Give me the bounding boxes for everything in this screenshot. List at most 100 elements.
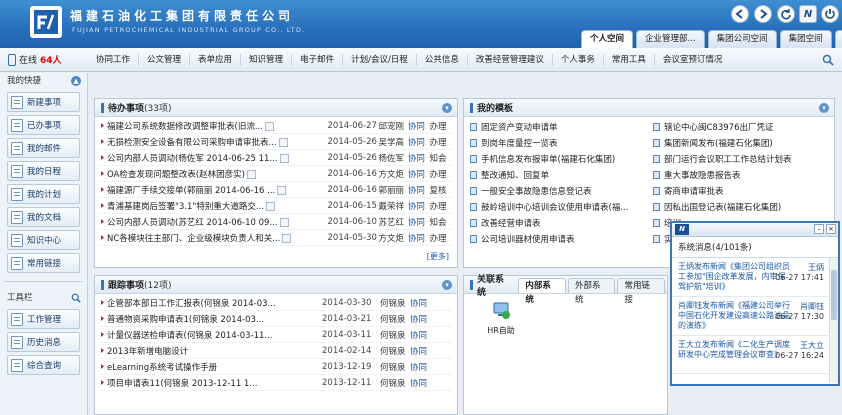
sidebar-item-calendar[interactable]: 我的日程	[7, 161, 80, 181]
menu-documents[interactable]: 公文管理	[138, 54, 189, 66]
followup-row-title[interactable]: eLearning系统考试操作手册	[107, 361, 322, 373]
todo-row[interactable]: 福建公司系统数据修改调整审批表(旧流... 2014-06-27 邱宠刚 协同 办理	[101, 118, 451, 134]
tab-common-links[interactable]: 常用链接	[617, 278, 665, 305]
template-item[interactable]: 因私出国登记表(福建石化集团)	[653, 199, 828, 215]
todo-row[interactable]: 福建源厂手续交接单(郭丽丽 2014-06-16 ... 2014-06-16 郭丽…	[101, 182, 451, 198]
template-item[interactable]: 重大事故隐患报告表	[653, 167, 828, 183]
tabs-more-button[interactable]: »	[834, 30, 842, 48]
todo-row[interactable]: 无损检测安全设备有限公司采购申请审批表... 2014-05-26 吴学高 协同 办理	[101, 134, 451, 150]
template-item[interactable]: 集团新闻发布(福建石化集团)	[653, 135, 828, 151]
followup-row-title[interactable]: 项目申请表11(何锦泉 2013-12-11 1...	[107, 377, 322, 389]
todo-row-title[interactable]: OA检查发现问题整改表(赵林团彦实)	[107, 168, 328, 180]
menu-public-info[interactable]: 公共信息	[415, 54, 467, 66]
oa-logo-icon[interactable]: N	[799, 5, 817, 23]
back-icon[interactable]	[731, 5, 749, 23]
exit-icon[interactable]	[821, 5, 839, 23]
hr-self-service-link[interactable]: HR自助	[486, 302, 516, 336]
template-item[interactable]: 到岗年度量控一览表	[470, 135, 645, 151]
todo-row[interactable]: 青浦基建岗后签署"3.1"特别重大道路交... 2014-06-15 戴荣祥 协同 办理	[101, 198, 451, 214]
todo-row-title[interactable]: 福建源厂手续交接单(郭丽丽 2014-06-16 ...	[107, 184, 328, 196]
template-item[interactable]: 公司培训器材使用申请表	[470, 231, 645, 247]
tab-internal-systems[interactable]: 内部系统	[518, 278, 566, 305]
followup-row-title[interactable]: 计量仪器送检申请表(何锦泉 2014-03-11...	[107, 329, 322, 341]
menu-plan-meeting[interactable]: 计划/会议/日程	[342, 54, 416, 66]
menu-tools[interactable]: 常用工具	[602, 54, 654, 66]
sidebar-item-mail[interactable]: 我的邮件	[7, 138, 80, 158]
todo-options-icon[interactable]: ▾	[442, 103, 452, 113]
todo-row-category[interactable]: 协同	[408, 200, 430, 212]
followup-row-category[interactable]: 协同	[410, 361, 432, 373]
todo-row[interactable]: 公司内部人员调动(杨佐军 2014-06-25 11... 2014-05-26 杨…	[101, 150, 451, 166]
template-item[interactable]: 固定资产变动申请单	[470, 119, 645, 135]
sidebar-item-plan[interactable]: 我的计划	[7, 184, 80, 204]
sidebar-item-knowledge[interactable]: 知识中心	[7, 230, 80, 250]
todo-row-title[interactable]: 公司内部人员调动(杨佐军 2014-06-25 11...	[107, 152, 328, 164]
followup-row[interactable]: 普通物资采购申请表1(何锦泉 2014-03... 2014-03-21 何锦泉 协同	[101, 311, 451, 327]
followup-row-title[interactable]: 企管部本部日工作汇报表(何锦泉 2014-03...	[107, 297, 322, 309]
todo-row-title[interactable]: NC各模块往主部门、企业级模块负责人和关...	[107, 232, 328, 244]
followup-row[interactable]: 计量仪器送检申请表(何锦泉 2014-03-11... 2014-03-11 何锦泉…	[101, 327, 451, 343]
popup-message[interactable]: 肖卿钰发布新闻《福建公司举行中国石化开发建设高速公路油品的演练》 肖卿钰 06-27…	[672, 297, 828, 336]
template-item[interactable]: 改善经营申请表	[470, 215, 645, 231]
followup-options-icon[interactable]: ▾	[442, 280, 452, 290]
sidebar-item-work-mgmt[interactable]: 工作管理	[7, 309, 80, 329]
tab-group-company-space[interactable]: 集团公司空间	[707, 30, 777, 48]
followup-row[interactable]: eLearning系统考试操作手册 2013-12-19 何锦泉 协同	[101, 359, 451, 375]
tab-enterprise-dept[interactable]: 企业管理部...	[636, 30, 705, 48]
menu-personal[interactable]: 个人事务	[551, 54, 603, 66]
refresh-icon[interactable]	[777, 5, 795, 23]
popup-message[interactable]: 王大立发布新闻《二化生产调度研发中心完成管理会议审查》 王大立 06-27 16:2…	[672, 336, 828, 374]
sidebar-item-docs[interactable]: 我的文档	[7, 207, 80, 227]
todo-row-category[interactable]: 协同	[408, 168, 430, 180]
popup-close-button[interactable]: ×	[826, 224, 836, 234]
followup-row-title[interactable]: 2013年新增电脑设计	[107, 345, 322, 357]
todo-row[interactable]: 公司内部人员调动(苏艺红 2014-06-10 09... 2014-06-10 苏…	[101, 214, 451, 230]
template-item[interactable]: 一般安全事故隐患信息登记表	[470, 183, 645, 199]
sidebar-item-links[interactable]: 常用链接	[7, 253, 80, 273]
popup-scrollbar[interactable]	[829, 258, 838, 383]
tab-personal-space[interactable]: 个人空间	[581, 30, 634, 48]
sidebar-item-history[interactable]: 历史消息	[7, 332, 80, 352]
todo-row[interactable]: OA检查发现问题整改表(赵林团彦实) 2014-06-16 方文炬 协同 办理	[101, 166, 451, 182]
sidebar-item-done[interactable]: 已办事项	[7, 115, 80, 135]
todo-more-link[interactable]: [更多]	[427, 251, 449, 262]
popup-message[interactable]: 王炳发布新闻《集团公司组织员工参加"国企改革发展，内审保驾护航"培训》 王炳 06-…	[672, 258, 828, 297]
menu-forms[interactable]: 表单应用	[189, 54, 240, 66]
followup-row-category[interactable]: 协同	[410, 377, 432, 389]
followup-row[interactable]: 项目申请表11(何锦泉 2013-12-11 1... 2013-12-11 何锦泉…	[101, 375, 451, 391]
sidebar-item-query[interactable]: 综合查询	[7, 355, 80, 375]
tab-group-space[interactable]: 集团空间	[779, 30, 832, 48]
tab-external-systems[interactable]: 外部系统	[567, 278, 616, 305]
menu-collaboration[interactable]: 协同工作	[88, 54, 138, 66]
template-item[interactable]: 鼓岭培训中心培训会议使用申请表(福...	[470, 199, 645, 215]
menu-suggestions[interactable]: 改善经营管理建议	[466, 54, 552, 66]
popup-scroll-thumb[interactable]	[831, 270, 837, 320]
todo-row-category[interactable]: 协同	[408, 232, 430, 244]
todo-row-category[interactable]: 协同	[408, 152, 430, 164]
todo-row-category[interactable]: 协同	[408, 216, 430, 228]
todo-row-title[interactable]: 无损检测安全设备有限公司采购申请审批表...	[107, 136, 328, 148]
followup-row-category[interactable]: 协同	[410, 313, 432, 325]
template-item[interactable]: 辖论中心闽C83976出厂凭证	[653, 119, 828, 135]
popup-minimize-button[interactable]: –	[814, 224, 824, 234]
template-item[interactable]: 手机信息发布报审单(福建石化集团)	[470, 151, 645, 167]
followup-row-category[interactable]: 协同	[410, 329, 432, 341]
followup-row[interactable]: 2013年新增电脑设计 2014-02-14 何锦泉 协同	[101, 343, 451, 359]
search-icon[interactable]	[822, 54, 834, 66]
menu-knowledge[interactable]: 知识管理	[240, 54, 291, 66]
todo-row-title[interactable]: 公司内部人员调动(苏艺红 2014-06-10 09...	[107, 216, 328, 228]
todo-row-category[interactable]: 协同	[408, 120, 430, 132]
todo-row-category[interactable]: 协同	[408, 136, 430, 148]
collapse-icon[interactable]: ▲	[71, 76, 81, 86]
todo-row-title[interactable]: 青浦基建岗后签署"3.1"特别重大道路交...	[107, 200, 328, 212]
followup-row[interactable]: 企管部本部日工作汇报表(何锦泉 2014-03... 2014-03-30 何锦泉协…	[101, 295, 451, 311]
followup-row-category[interactable]: 协同	[410, 297, 432, 309]
toolbar-search-icon[interactable]	[71, 293, 81, 303]
followup-row-title[interactable]: 普通物资采购申请表1(何锦泉 2014-03...	[107, 313, 322, 325]
followup-row-category[interactable]: 协同	[410, 345, 432, 357]
todo-row-title[interactable]: 福建公司系统数据修改调整审批表(旧流...	[107, 120, 328, 132]
menu-email[interactable]: 电子邮件	[291, 54, 342, 66]
template-item[interactable]: 寄商申请审批表	[653, 183, 828, 199]
todo-row-category[interactable]: 协同	[408, 184, 430, 196]
template-item[interactable]: 整改通知、回复单	[470, 167, 645, 183]
